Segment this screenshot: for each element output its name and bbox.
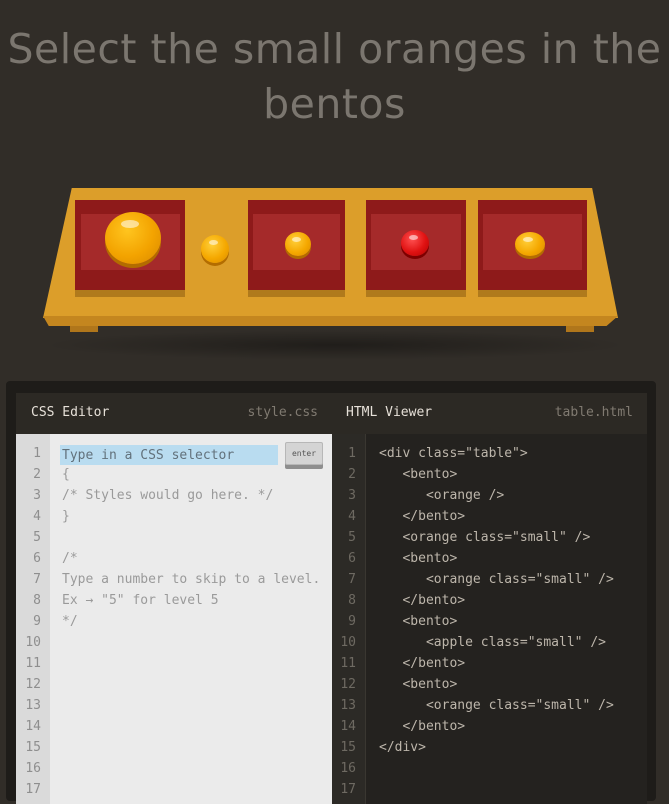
orange-small-in-bento[interactable]: [285, 232, 311, 256]
bento-2[interactable]: [248, 200, 345, 297]
css-editor-title: CSS Editor: [31, 405, 110, 420]
markup-line[interactable]: <div class="table">: [379, 443, 647, 464]
html-viewer-pane: HTML Viewer table.html 1 2 3 4 5 6 7 8 9 10 11 12 13…: [332, 393, 647, 804]
orange-shine: [209, 240, 218, 245]
markup-line[interactable]: <bento>: [379, 674, 647, 695]
css-editor-filename: style.css: [247, 405, 318, 420]
table-scene: [0, 180, 669, 370]
table-shadow: [40, 330, 630, 360]
editor-panel: CSS Editor style.css 1 2 3 4 5 6 7 8 9 10 11 12 13 14…: [6, 381, 656, 804]
markup-line[interactable]: <bento>: [379, 611, 647, 632]
bento-lip: [366, 290, 466, 297]
html-line-numbers: 1 2 3 4 5 6 7 8 9 10 11 12 13 14 15 16 17: [332, 434, 366, 804]
bento-lip: [248, 290, 345, 297]
markup-line[interactable]: [379, 758, 647, 779]
css-editor-header: CSS Editor style.css: [16, 393, 332, 434]
orange-shine: [292, 237, 301, 242]
markup-line[interactable]: <orange />: [379, 485, 647, 506]
bento-1[interactable]: [75, 200, 185, 297]
markup-line[interactable]: <bento>: [379, 464, 647, 485]
enter-button[interactable]: enter: [285, 442, 323, 465]
orange-shine: [121, 220, 139, 228]
table-edge: [43, 316, 618, 326]
level-instruction: Select the small oranges in the bentos: [7, 25, 662, 128]
apple-small[interactable]: [401, 230, 429, 256]
markup-line[interactable]: [379, 779, 647, 800]
markup-line[interactable]: <orange class="small" />: [379, 569, 647, 590]
bento-3[interactable]: [366, 200, 466, 297]
css-line-numbers: 1 2 3 4 5 6 7 8 9 10 11 12 13 14 15 16 17: [16, 434, 50, 804]
markup-line[interactable]: </bento>: [379, 653, 647, 674]
markup-line[interactable]: </bento>: [379, 506, 647, 527]
markup-line[interactable]: <bento>: [379, 548, 647, 569]
markup-line[interactable]: <orange class="small" />: [379, 695, 647, 716]
markup-line[interactable]: </div>: [379, 737, 647, 758]
markup-line[interactable]: </bento>: [379, 716, 647, 737]
orange-shine: [523, 237, 533, 242]
orange-large[interactable]: [105, 212, 161, 264]
markup-line[interactable]: <orange class="small" />: [379, 527, 647, 548]
css-editor-pane: CSS Editor style.css 1 2 3 4 5 6 7 8 9 10 11 12 13 14…: [16, 393, 332, 804]
html-markup: <div class="table"> <bento> <orange /> <…: [379, 443, 647, 800]
markup-line[interactable]: <apple class="small" />: [379, 632, 647, 653]
bento-lip: [478, 290, 587, 297]
html-viewer-filename: table.html: [554, 405, 633, 420]
apple-shine: [409, 235, 418, 240]
html-viewer-header: HTML Viewer table.html: [332, 393, 647, 434]
css-editor-body: 1 2 3 4 5 6 7 8 9 10 11 12 13 14 15 16 17 {/* Styles wou…: [16, 434, 332, 804]
bento-lip: [75, 290, 185, 297]
css-code: {/* Styles would go here. */}/* Type a nu…: [62, 467, 321, 629]
bento-4[interactable]: [478, 200, 587, 297]
css-selector-input[interactable]: [60, 445, 278, 465]
html-viewer-body: 1 2 3 4 5 6 7 8 9 10 11 12 13 14 15 16 17 <div class="ta…: [332, 434, 647, 804]
markup-line[interactable]: </bento>: [379, 590, 647, 611]
html-viewer-title: HTML Viewer: [346, 405, 433, 420]
orange-small-loose[interactable]: [201, 235, 229, 263]
orange-small-in-bento[interactable]: [515, 232, 545, 256]
